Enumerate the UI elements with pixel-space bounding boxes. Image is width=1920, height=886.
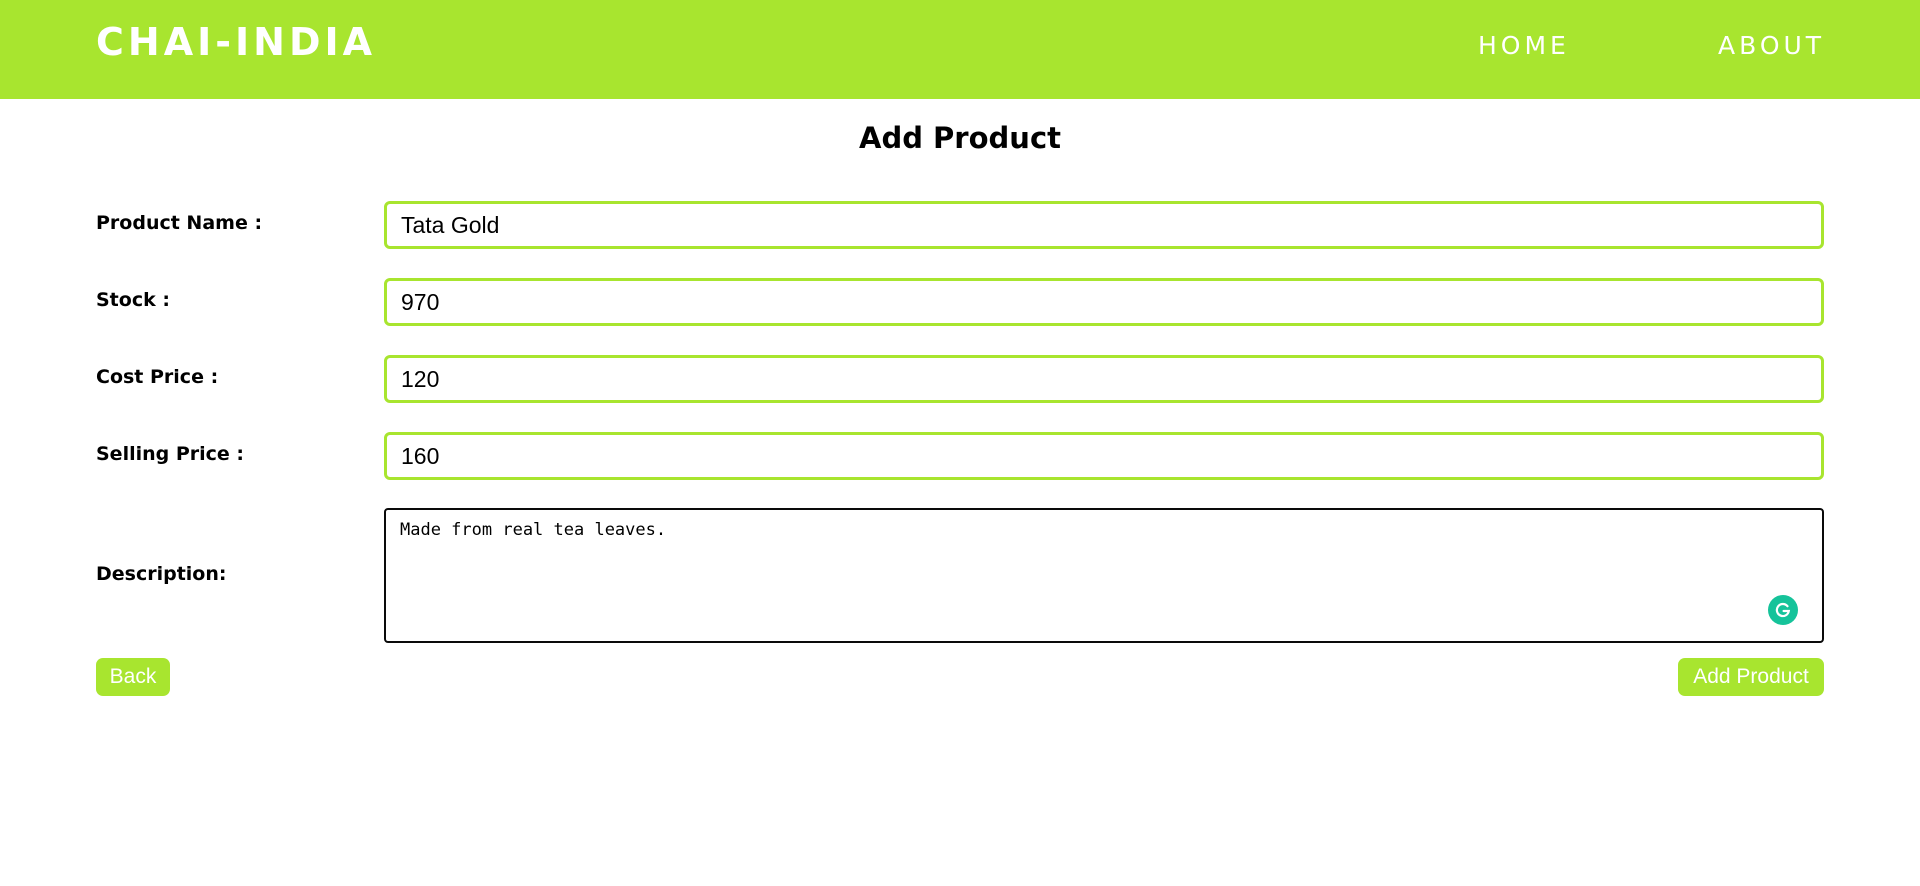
stock-label: Stock :: [96, 289, 170, 311]
description-textarea[interactable]: Made from real tea leaves.: [386, 510, 1822, 641]
selling-price-input[interactable]: [384, 432, 1824, 480]
add-product-button[interactable]: Add Product: [1678, 658, 1824, 696]
product-name-label: Product Name :: [96, 212, 263, 234]
product-name-input[interactable]: [384, 201, 1824, 249]
cost-price-input[interactable]: [384, 355, 1824, 403]
nav-link-home[interactable]: HOME: [1478, 31, 1570, 60]
navbar: CHAI-INDIA HOME ABOUT: [0, 0, 1920, 99]
cost-price-label: Cost Price :: [96, 366, 219, 388]
back-button[interactable]: Back: [96, 658, 170, 696]
page-title: Add Product: [859, 121, 1061, 155]
stock-input[interactable]: [384, 278, 1824, 326]
brand-logo[interactable]: CHAI-INDIA: [96, 20, 376, 64]
grammarly-icon[interactable]: [1768, 595, 1798, 625]
description-label: Description:: [96, 563, 227, 585]
description-container: Made from real tea leaves.: [384, 508, 1824, 643]
selling-price-label: Selling Price :: [96, 443, 245, 465]
nav-link-about[interactable]: ABOUT: [1718, 31, 1825, 60]
